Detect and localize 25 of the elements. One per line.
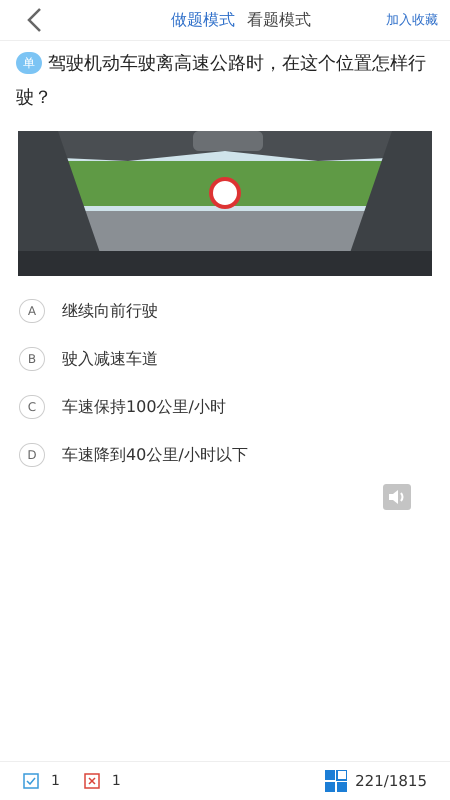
- answer-option[interactable]: B 驶入减速车道: [19, 342, 450, 376]
- option-text: 车速降到40公里/小时以下: [62, 444, 248, 466]
- answer-option[interactable]: D 车速降到40公里/小时以下: [19, 438, 450, 472]
- mode-tab[interactable]: 看题模式: [247, 10, 311, 30]
- option-letter: C: [19, 395, 45, 419]
- add-favorite-button[interactable]: 加入收藏: [386, 11, 438, 29]
- speaker-icon: [388, 489, 406, 505]
- answer-option[interactable]: C 车速保持100公里/小时: [19, 390, 450, 424]
- question-grid-button[interactable]: 221/1815: [325, 770, 427, 792]
- correct-checkbox-icon: [23, 773, 39, 789]
- question-type-badge: 单: [16, 52, 42, 74]
- option-text: 驶入减速车道: [62, 348, 158, 370]
- option-letter: B: [19, 347, 45, 371]
- grid-icon: [325, 770, 348, 792]
- question-text: 单 驾驶机动车驶离高速公路时，在这个位置怎样行驶？: [16, 51, 427, 110]
- answer-option[interactable]: A 继续向前行驶: [19, 294, 450, 328]
- option-letter: D: [19, 443, 45, 467]
- option-text: 继续向前行驶: [62, 300, 158, 322]
- option-letter: A: [19, 299, 45, 323]
- wrong-cross-icon: [84, 773, 100, 789]
- progress-text: 221/1815: [355, 772, 427, 790]
- correct-count: 1: [51, 773, 60, 789]
- option-text: 车速保持100公里/小时: [62, 396, 226, 418]
- wrong-count: 1: [112, 773, 121, 789]
- mode-tab[interactable]: 做题模式: [171, 10, 235, 30]
